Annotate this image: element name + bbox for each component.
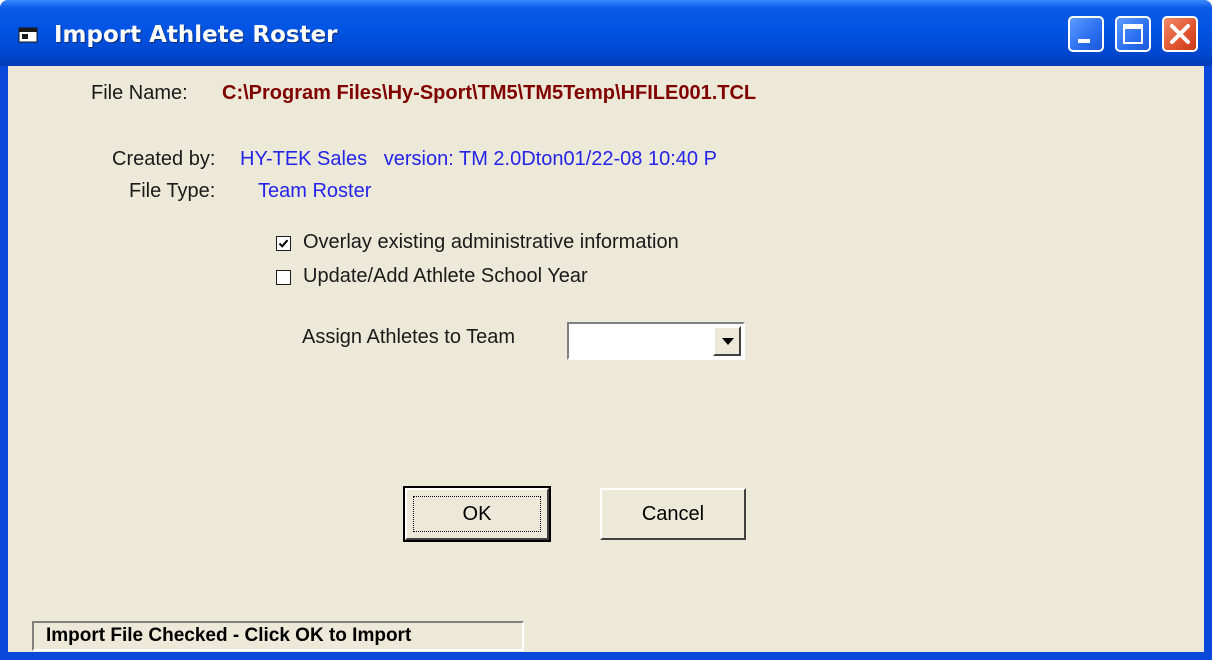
status-bar: Import File Checked - Click OK to Import xyxy=(32,621,524,651)
cancel-button-label: Cancel xyxy=(641,502,705,525)
dialog-body: File Name: C:\Program Files\Hy-Sport\TM5… xyxy=(8,66,1204,652)
overlay-label[interactable]: Overlay existing administrative informat… xyxy=(303,231,679,254)
close-icon xyxy=(1170,24,1190,44)
maximize-button[interactable] xyxy=(1115,16,1151,52)
title-bar[interactable]: Import Athlete Roster xyxy=(0,0,1212,66)
file-name-label: File Name: xyxy=(91,82,188,104)
created-by-value: HY-TEK Sales version: TM 2.0Dton01/22-08… xyxy=(240,148,717,170)
minimize-button[interactable] xyxy=(1068,16,1104,52)
status-text: Import File Checked - Click OK to Import xyxy=(46,625,412,646)
import-athlete-roster-window: Import Athlete Roster File Name: C:\Prog… xyxy=(0,0,1212,660)
window-title: Import Athlete Roster xyxy=(54,22,338,48)
file-type-label: File Type: xyxy=(129,180,216,202)
team-select[interactable] xyxy=(567,322,745,360)
school-year-checkbox[interactable] xyxy=(276,270,291,285)
file-type-value: Team Roster xyxy=(258,180,372,202)
cancel-button[interactable]: Cancel xyxy=(600,488,746,540)
app-window-icon xyxy=(18,27,38,43)
minimize-icon xyxy=(1078,39,1090,43)
ok-button[interactable]: OK xyxy=(403,486,551,542)
file-name-value: C:\Program Files\Hy-Sport\TM5\TM5Temp\HF… xyxy=(222,82,757,104)
overlay-checkbox[interactable] xyxy=(276,236,291,251)
close-button[interactable] xyxy=(1162,16,1198,52)
chevron-down-icon xyxy=(722,338,734,345)
ok-button-focus-rect xyxy=(413,496,541,532)
assign-team-label: Assign Athletes to Team xyxy=(302,326,516,348)
school-year-label[interactable]: Update/Add Athlete School Year xyxy=(303,265,588,288)
created-by-label: Created by: xyxy=(112,148,216,170)
checkmark-icon xyxy=(278,239,289,248)
maximize-icon xyxy=(1123,24,1143,44)
team-select-dropdown-button[interactable] xyxy=(713,326,741,356)
